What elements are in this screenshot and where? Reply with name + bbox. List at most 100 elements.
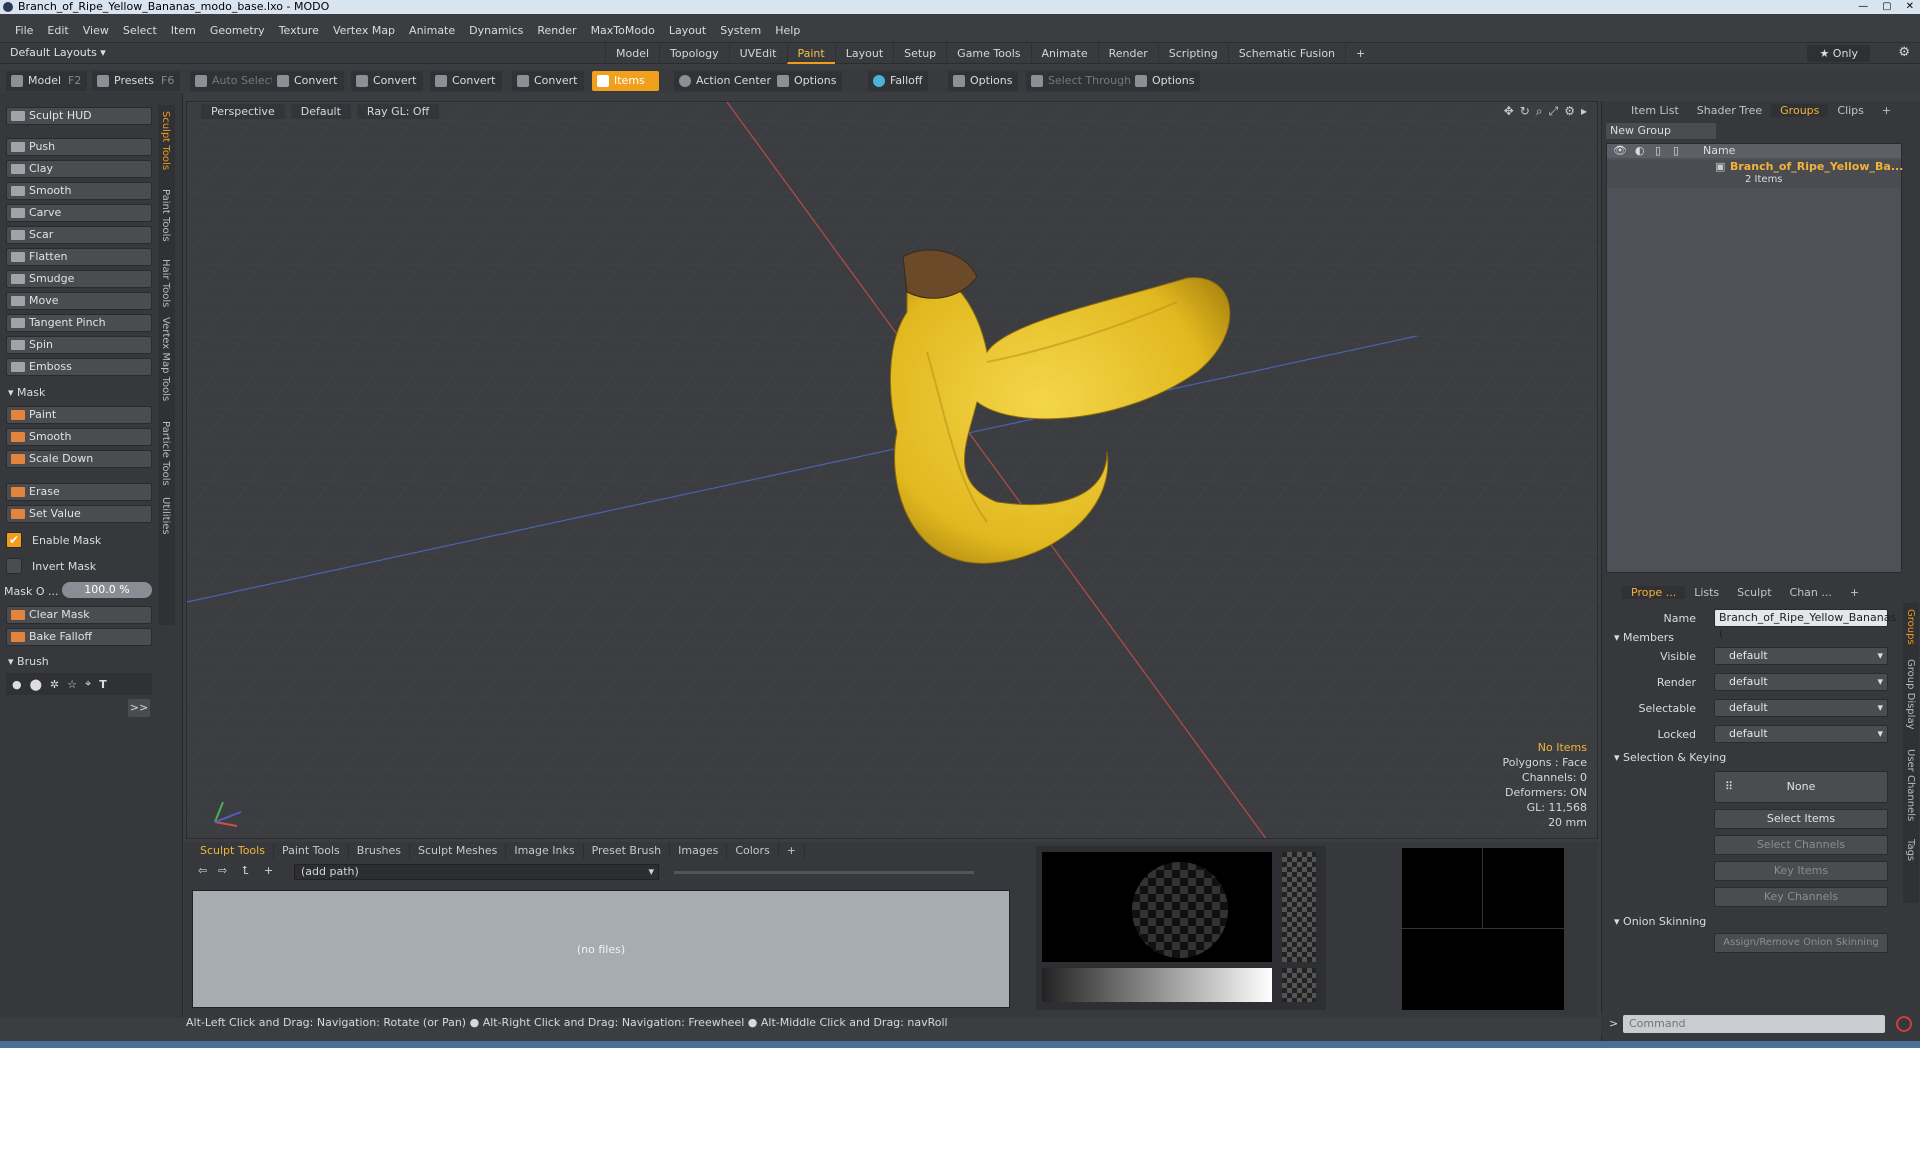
menu-geometry[interactable]: Geometry — [210, 24, 265, 37]
auto-select-button[interactable]: Auto Select — [190, 71, 281, 91]
tab-lists[interactable]: Lists — [1685, 586, 1728, 599]
menu-animate[interactable]: Animate — [409, 24, 455, 37]
none-button[interactable]: ⠿ None — [1714, 771, 1888, 803]
invert-mask-checkbox[interactable] — [6, 558, 22, 574]
vtab-vertex-map-tools[interactable]: Vertex Map Tools — [160, 317, 171, 401]
enable-mask-checkbox[interactable]: ✔ — [6, 532, 22, 548]
tab-brushes[interactable]: Brushes — [349, 843, 411, 859]
mask-erase-tool[interactable]: Erase — [6, 483, 152, 501]
move-tool[interactable]: Move — [6, 292, 152, 310]
menu-texture[interactable]: Texture — [279, 24, 319, 37]
lock-icon[interactable]: ▯ — [1655, 144, 1661, 158]
tab-sculpt[interactable]: Sculpt — [1728, 586, 1780, 599]
rotate-icon[interactable]: ↻ — [1520, 104, 1530, 119]
emboss-tool[interactable]: Emboss — [6, 358, 152, 376]
view-mode-dropdown[interactable]: Perspective — [201, 103, 285, 119]
menu-vertex-map[interactable]: Vertex Map — [333, 24, 395, 37]
tab-shader-tree[interactable]: Shader Tree — [1688, 104, 1771, 117]
add-icon[interactable]: + — [264, 864, 273, 877]
only-button[interactable]: ★ Only — [1807, 45, 1870, 62]
tab-model[interactable]: Model — [605, 43, 659, 64]
select-channels-button[interactable]: Select Channels — [1714, 835, 1888, 855]
vtab-utilities[interactable]: Utilities — [160, 497, 171, 535]
zoom-icon[interactable]: ⌕ — [1536, 104, 1543, 119]
spin-tool[interactable]: Spin — [6, 336, 152, 354]
tangent-pinch-tool[interactable]: Tangent Pinch — [6, 314, 152, 332]
mask-opacity-slider[interactable]: 100.0 % — [62, 582, 152, 598]
menu-layout[interactable]: Layout — [669, 24, 706, 37]
model-button[interactable]: Model F2 — [6, 71, 88, 91]
procedural-brush-icon[interactable]: ⌖ — [85, 677, 91, 691]
star-brush-icon[interactable]: ☆ — [67, 678, 77, 691]
minimize-icon[interactable]: — — [1858, 0, 1868, 13]
default-layouts-dropdown[interactable]: Default Layouts ▾ — [10, 46, 106, 59]
brush-section-header[interactable]: ▾ Brush — [8, 655, 49, 668]
add-tab-button[interactable]: + — [1873, 104, 1900, 117]
sidetab-tags[interactable]: Tags — [1905, 839, 1916, 861]
onion-skinning-header[interactable]: ▾ Onion Skinning — [1614, 915, 1706, 928]
group-row[interactable]: ▣ Branch_of_Ripe_Yellow_Ba... 2 Items — [1607, 160, 1903, 188]
add-tab-button[interactable]: + — [1841, 586, 1868, 599]
tab-groups[interactable]: Groups — [1771, 103, 1829, 117]
mask-section-header[interactable]: ▾ Mask — [8, 386, 45, 399]
tab-setup[interactable]: Setup — [893, 43, 946, 64]
tab-schematic-fusion[interactable]: Schematic Fusion — [1227, 43, 1345, 64]
tab-colors[interactable]: Colors — [727, 843, 779, 859]
select-items-button[interactable]: Select Items — [1714, 809, 1888, 829]
tab-channels[interactable]: Chan ... — [1781, 586, 1841, 599]
file-browser[interactable]: (no files) — [192, 890, 1010, 1008]
record-icon[interactable] — [1896, 1016, 1912, 1032]
up-folder-icon[interactable]: ⮤ — [242, 864, 249, 878]
new-group-button[interactable]: New Group — [1606, 123, 1716, 139]
raygl-toggle[interactable]: Ray GL: Off — [356, 103, 440, 119]
soft-brush-icon[interactable]: ● — [12, 678, 22, 691]
close-icon[interactable]: ✕ — [1906, 0, 1914, 13]
menu-edit[interactable]: Edit — [47, 24, 68, 37]
select-through-button[interactable]: Select Through — [1026, 71, 1138, 91]
tab-paint[interactable]: Paint — [786, 43, 835, 64]
expand-button[interactable]: >> — [128, 699, 150, 717]
thumbnail-size-slider[interactable] — [674, 871, 974, 874]
sculpt-hud-button[interactable]: Sculpt HUD — [6, 107, 152, 125]
action-center-button[interactable]: Action Center — [674, 71, 777, 91]
viewport-menu-icon[interactable]: ▸ — [1581, 104, 1587, 119]
menu-help[interactable]: Help — [775, 24, 800, 37]
vtab-particle-tools[interactable]: Particle Tools — [160, 421, 171, 486]
tab-image-inks[interactable]: Image Inks — [506, 843, 584, 859]
render-dropdown[interactable]: default ▾ — [1714, 673, 1888, 691]
spray-brush-icon[interactable]: ✲ — [50, 678, 59, 691]
pan-icon[interactable]: ✥ — [1504, 104, 1514, 119]
members-header[interactable]: ▾ Members — [1614, 631, 1674, 644]
eye-icon[interactable]: 👁 — [1613, 144, 1627, 158]
convert-edges-button[interactable]: Convert — [351, 71, 423, 91]
mask-smooth-tool[interactable]: Smooth — [6, 428, 152, 446]
vtab-hair-tools[interactable]: Hair Tools — [160, 259, 171, 307]
menu-render[interactable]: Render — [537, 24, 576, 37]
tab-clips[interactable]: Clips — [1828, 104, 1873, 117]
tab-game-tools[interactable]: Game Tools — [946, 43, 1030, 64]
menu-select[interactable]: Select — [123, 24, 157, 37]
hard-brush-icon[interactable]: ⬤ — [30, 678, 42, 691]
tab-render[interactable]: Render — [1097, 43, 1158, 64]
key-items-button[interactable]: Key Items — [1714, 861, 1888, 881]
options-button-3[interactable]: Options — [1130, 71, 1201, 91]
key-channels-button[interactable]: Key Channels — [1714, 887, 1888, 907]
convert-materials-button[interactable]: Convert — [512, 71, 584, 91]
assign-onion-button[interactable]: Assign/Remove Onion Skinning — [1714, 933, 1888, 953]
tab-images[interactable]: Images — [670, 843, 728, 859]
sidetab-user-channels[interactable]: User Channels — [1905, 749, 1916, 821]
convert-vertices-button[interactable]: Convert — [272, 71, 344, 91]
falloff-button[interactable]: Falloff — [868, 71, 929, 91]
menu-file[interactable]: File — [15, 24, 33, 37]
select-icon[interactable]: ▯ — [1673, 144, 1679, 158]
vtab-paint-tools[interactable]: Paint Tools — [160, 189, 171, 242]
tab-properties[interactable]: Prope ... — [1622, 585, 1686, 599]
convert-polygons-button[interactable]: Convert — [430, 71, 502, 91]
mask-scale-down-tool[interactable]: Scale Down — [6, 450, 152, 468]
smooth-tool[interactable]: Smooth — [6, 182, 152, 200]
back-arrow-icon[interactable]: ⇦ — [198, 864, 207, 877]
items-button[interactable]: Items — [592, 71, 659, 91]
add-tab-button[interactable]: + — [779, 843, 806, 859]
sidetab-groups[interactable]: Groups — [1905, 609, 1916, 645]
locked-dropdown[interactable]: default ▾ — [1714, 725, 1888, 743]
